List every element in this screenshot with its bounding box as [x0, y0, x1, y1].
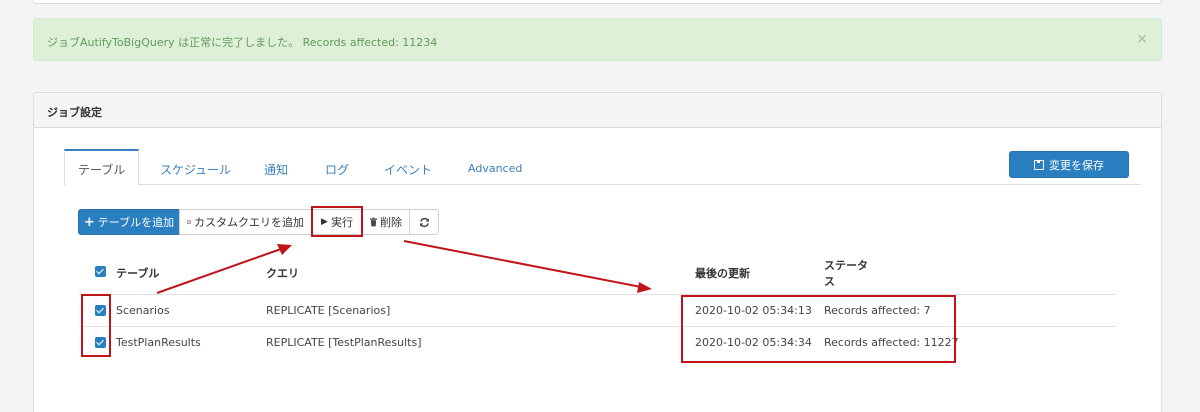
add-custom-query-label: カスタムクエリを追加 — [194, 216, 304, 229]
tab-bar: テーブル スケジュール 通知 ログ イベント Advanced — [64, 149, 1141, 186]
close-icon[interactable]: × — [1136, 31, 1148, 47]
delete-button[interactable]: 削除 — [362, 209, 410, 235]
row-checkbox[interactable] — [95, 337, 106, 348]
row-query: REPLICATE [TestPlanResults] — [266, 336, 422, 349]
row-checkbox[interactable] — [95, 305, 106, 316]
run-label: 実行 — [330, 216, 353, 229]
refresh-icon — [419, 217, 429, 227]
row-last-updated: 2020-10-02 05:34:34 — [695, 336, 812, 349]
tab-tables[interactable]: テーブル — [64, 149, 140, 186]
row-table-name[interactable]: TestPlanResults — [116, 336, 201, 349]
tab-logs[interactable]: ログ — [325, 149, 349, 185]
previous-panel-edge — [33, 0, 1162, 4]
table-header-divider — [79, 294, 1116, 295]
table-toolbar: + テーブルを追加 カスタムクエリを追加 ▶ 実行 削除 — [78, 209, 439, 235]
row-status: Records affected: 11227 — [824, 336, 959, 349]
tab-events[interactable]: イベント — [384, 149, 432, 185]
run-button[interactable]: ▶ 実行 — [311, 209, 363, 235]
add-custom-query-button[interactable]: カスタムクエリを追加 — [179, 209, 312, 235]
edit-icon — [187, 220, 191, 224]
add-table-button[interactable]: + テーブルを追加 — [78, 209, 180, 235]
table-row-divider — [79, 326, 1116, 327]
column-header-status-line1: ステータ — [824, 259, 868, 272]
row-last-updated: 2020-10-02 05:34:13 — [695, 304, 812, 317]
column-header-table: テーブル — [116, 267, 160, 280]
delete-label: 削除 — [380, 216, 402, 229]
save-changes-button[interactable]: 変更を保存 — [1009, 151, 1129, 178]
row-table-name[interactable]: Scenarios — [116, 304, 170, 317]
tab-advanced[interactable]: Advanced — [468, 150, 522, 186]
tab-schedule[interactable]: スケジュール — [160, 149, 231, 185]
row-status: Records affected: 7 — [824, 304, 931, 317]
save-icon — [1034, 159, 1044, 170]
row-query: REPLICATE [Scenarios] — [266, 304, 391, 317]
column-header-query: クエリ — [266, 267, 299, 280]
play-icon: ▶ — [321, 217, 328, 227]
refresh-button[interactable] — [409, 209, 439, 235]
add-table-label: テーブルを追加 — [97, 216, 175, 229]
panel-title: ジョブ設定 — [34, 93, 1161, 128]
column-header-status-line2: ス — [824, 275, 835, 288]
plus-icon: + — [83, 214, 95, 230]
success-alert: ジョブAutifyToBigQuery は正常に完了しました。 Records … — [33, 18, 1162, 61]
save-changes-label: 変更を保存 — [1049, 158, 1104, 172]
tab-notifications[interactable]: 通知 — [264, 149, 288, 185]
alert-message: ジョブAutifyToBigQuery は正常に完了しました。 Records … — [47, 36, 438, 49]
job-settings-panel: ジョブ設定 テーブル スケジュール 通知 ログ イベント Advanced 変更… — [33, 92, 1162, 412]
column-header-last-updated: 最後の更新 — [695, 267, 750, 280]
trash-icon — [370, 217, 377, 227]
select-all-checkbox[interactable] — [95, 266, 106, 277]
